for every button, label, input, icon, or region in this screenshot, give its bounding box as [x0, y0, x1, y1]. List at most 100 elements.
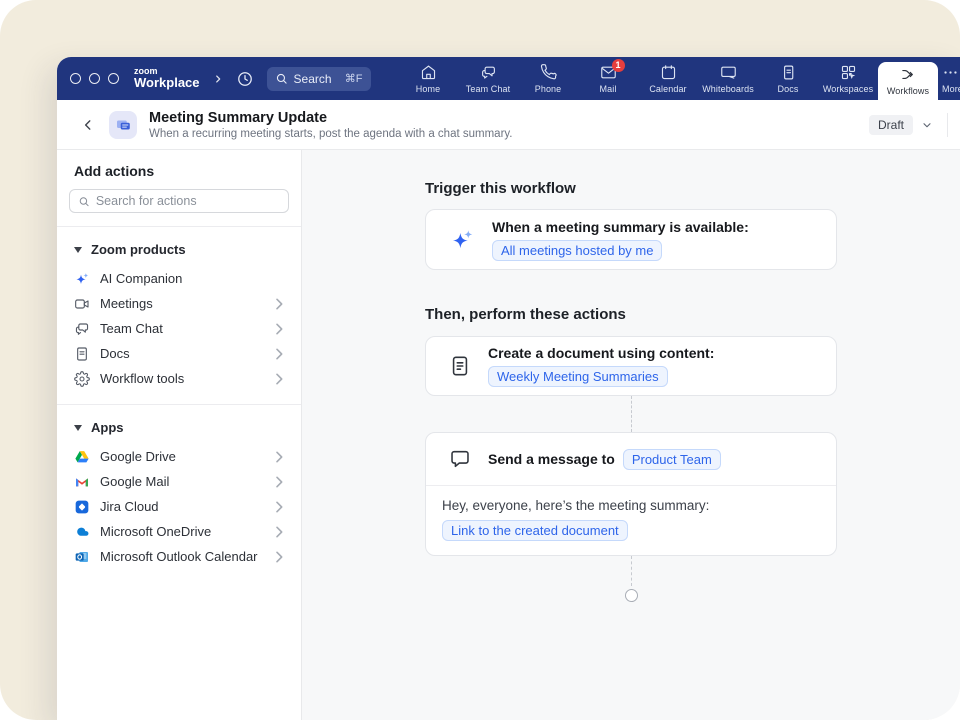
workflow-connector: [631, 396, 632, 432]
search-input[interactable]: [96, 194, 280, 208]
message-link-pill[interactable]: Link to the created document: [442, 520, 628, 541]
nav-workflows[interactable]: Workflows: [878, 62, 938, 100]
search-shortcut: ⌘F: [345, 72, 363, 85]
nav-mail[interactable]: 1 Mail: [578, 57, 638, 100]
ai-sparkle-icon: [449, 227, 475, 253]
workflow-end-node: [625, 589, 638, 602]
document-icon: [449, 355, 471, 377]
trigger-scope-pill[interactable]: All meetings hosted by me: [492, 240, 662, 261]
history-icon[interactable]: [236, 70, 254, 88]
message-body[interactable]: Hey, everyone, here’s the meeting summar…: [426, 486, 836, 555]
action-card-send-message[interactable]: Send a message to Product Team Hey, ever…: [425, 432, 837, 556]
nav-workspaces[interactable]: Workspaces: [818, 57, 878, 100]
search-label: Search: [294, 72, 332, 86]
section-zoom-products[interactable]: Zoom products: [57, 227, 301, 266]
nav-docs[interactable]: Docs: [758, 57, 818, 100]
global-search-button[interactable]: Search ⌘F: [267, 67, 371, 91]
sidebar-item-meetings[interactable]: Meetings: [57, 291, 301, 316]
ai-companion-icon: [74, 271, 90, 287]
chevron-right-icon: [271, 321, 287, 337]
back-button[interactable]: [77, 114, 99, 136]
main-nav: Home Team Chat Phone 1 Mail: [398, 57, 960, 100]
page-title: Meeting Summary Update: [149, 110, 513, 126]
chevron-right-icon: [271, 449, 287, 465]
zoom-workplace-logo: zoom Workplace: [134, 67, 200, 90]
nav-calendar[interactable]: Calendar: [638, 57, 698, 100]
sidebar-item-google-mail[interactable]: Google Mail: [57, 469, 301, 494]
status-chevron-down-icon[interactable]: [921, 119, 933, 131]
top-bar: zoom Workplace Search ⌘F Home: [57, 57, 960, 100]
meetings-icon: [74, 296, 90, 312]
workflow-header: Meeting Summary Update When a recurring …: [57, 100, 960, 150]
section-apps[interactable]: Apps: [57, 405, 301, 444]
sidebar-title: Add actions: [57, 163, 301, 179]
chevron-right-icon[interactable]: [213, 74, 223, 84]
message-text: Hey, everyone, here’s the meeting summar…: [442, 498, 820, 513]
nav-whiteboards[interactable]: Whiteboards: [698, 57, 758, 100]
sidebar-item-jira-cloud[interactable]: Jira Cloud: [57, 494, 301, 519]
calendar-icon: [660, 64, 677, 81]
triangle-down-icon: [74, 247, 82, 253]
window-dot[interactable]: [70, 73, 81, 84]
message-bubble-icon: [449, 448, 471, 470]
nav-more[interactable]: More: [938, 57, 960, 100]
workflows-icon: [900, 66, 917, 83]
desktop-background: zoom Workplace Search ⌘F Home: [0, 0, 960, 720]
window-dot[interactable]: [108, 73, 119, 84]
action1-title: Create a document using content:: [488, 345, 714, 361]
google-mail-icon: [74, 474, 90, 490]
workflow-canvas: Trigger this workflow When a meeting sum…: [302, 150, 960, 720]
nav-phone[interactable]: Phone: [518, 57, 578, 100]
triangle-down-icon: [74, 425, 82, 431]
home-icon: [420, 64, 437, 81]
status-badge[interactable]: Draft: [869, 115, 913, 135]
trigger-heading: Trigger this workflow: [425, 180, 837, 197]
chevron-right-icon: [271, 524, 287, 540]
sidebar-item-docs[interactable]: Docs: [57, 341, 301, 366]
sidebar-item-workflow-tools[interactable]: Workflow tools: [57, 366, 301, 391]
nav-team-chat[interactable]: Team Chat: [458, 57, 518, 100]
actions-heading: Then, perform these actions: [425, 306, 837, 323]
actions-sidebar: Add actions Zoom products AI Companion M…: [57, 150, 302, 720]
app-window: zoom Workplace Search ⌘F Home: [57, 57, 960, 720]
chevron-right-icon: [271, 549, 287, 565]
onedrive-icon: [74, 524, 90, 540]
chevron-right-icon: [271, 296, 287, 312]
phone-icon: [540, 64, 557, 81]
sidebar-item-microsoft-onedrive[interactable]: Microsoft OneDrive: [57, 519, 301, 544]
more-icon: [942, 64, 959, 81]
search-icon: [78, 195, 90, 208]
jira-cloud-icon: [74, 499, 90, 515]
trigger-title: When a meeting summary is available:: [492, 219, 749, 235]
action-card-create-document[interactable]: Create a document using content: Weekly …: [425, 336, 837, 396]
page-subtitle: When a recurring meeting starts, post th…: [149, 128, 513, 140]
window-dot[interactable]: [89, 73, 100, 84]
window-controls[interactable]: [70, 73, 119, 84]
gear-icon: [74, 371, 90, 387]
action1-content-pill[interactable]: Weekly Meeting Summaries: [488, 366, 668, 387]
workflow-connector: [631, 556, 632, 586]
docs-icon: [780, 64, 797, 81]
chevron-right-icon: [271, 346, 287, 362]
chevron-right-icon: [271, 499, 287, 515]
chevron-right-icon: [271, 474, 287, 490]
chevron-right-icon: [271, 371, 287, 387]
sidebar-item-team-chat[interactable]: Team Chat: [57, 316, 301, 341]
trigger-card[interactable]: When a meeting summary is available: All…: [425, 209, 837, 270]
team-chat-icon: [74, 321, 90, 337]
team-chat-icon: [480, 64, 497, 81]
outlook-calendar-icon: [74, 549, 90, 565]
nav-home[interactable]: Home: [398, 57, 458, 100]
mail-unread-badge: 1: [612, 59, 625, 72]
actions-search[interactable]: [69, 189, 289, 213]
action2-recipient-pill[interactable]: Product Team: [623, 449, 721, 470]
workflow-titles: Meeting Summary Update When a recurring …: [149, 110, 513, 140]
sidebar-item-google-drive[interactable]: Google Drive: [57, 444, 301, 469]
workflow-app-icon: [109, 111, 137, 139]
action2-title: Send a message to: [488, 451, 615, 467]
sidebar-item-ai-companion[interactable]: AI Companion: [57, 266, 301, 291]
search-icon: [275, 72, 288, 85]
docs-icon: [74, 346, 90, 362]
google-drive-icon: [74, 449, 90, 465]
sidebar-item-microsoft-outlook-calendar[interactable]: Microsoft Outlook Calendar: [57, 544, 301, 569]
